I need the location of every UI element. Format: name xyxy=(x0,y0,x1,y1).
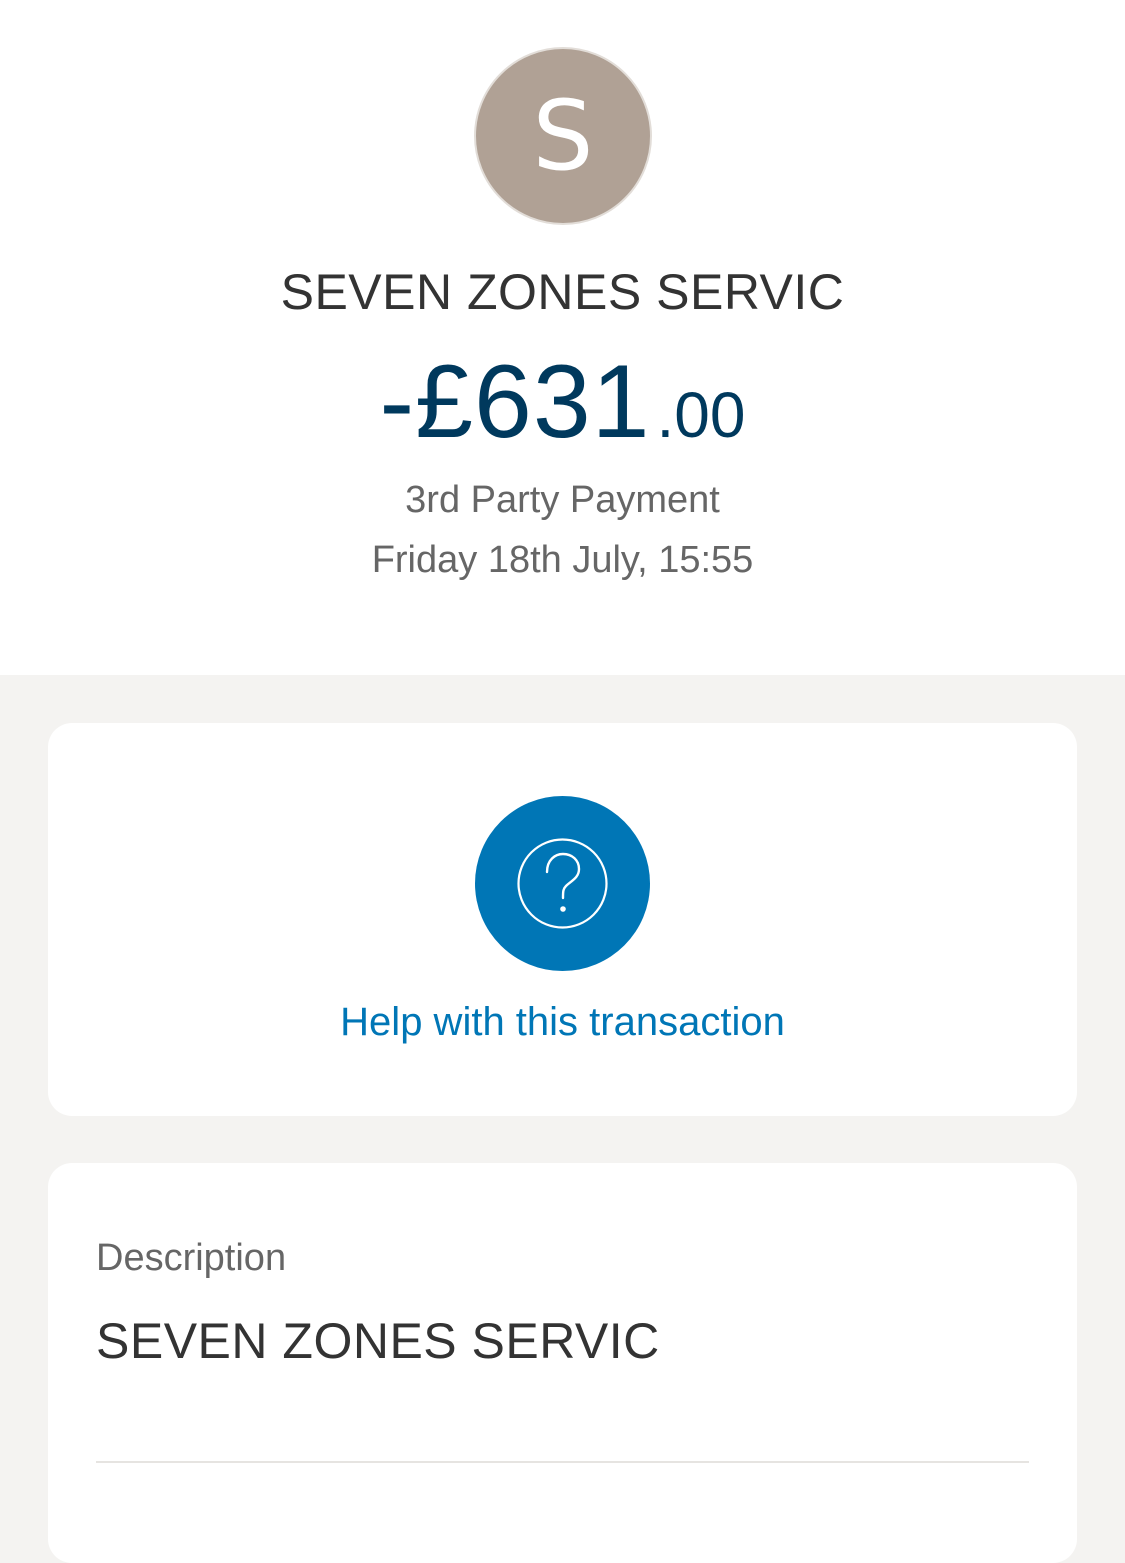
question-circle-icon xyxy=(517,838,608,929)
merchant-name: SEVEN ZONES SERVIC xyxy=(280,264,845,320)
amount-minor: .00 xyxy=(656,379,746,451)
merchant-avatar: S xyxy=(474,47,652,225)
amount-major: -£631 xyxy=(379,344,651,460)
transaction-amount: -£631.00 xyxy=(0,350,1125,454)
divider xyxy=(96,1461,1029,1463)
help-card: Help with this transaction xyxy=(48,723,1077,1116)
transaction-header: S SEVEN ZONES SERVIC -£631.00 3rd Party … xyxy=(0,0,1125,675)
help-button[interactable] xyxy=(475,796,650,971)
transaction-datetime: Friday 18th July, 15:55 xyxy=(371,539,754,581)
details-card: Description SEVEN ZONES SERVIC xyxy=(48,1163,1077,1563)
help-with-transaction-link[interactable]: Help with this transaction xyxy=(48,998,1077,1046)
transaction-type: 3rd Party Payment xyxy=(405,479,720,521)
description-value: SEVEN ZONES SERVIC xyxy=(96,1313,660,1369)
description-label: Description xyxy=(96,1237,287,1279)
